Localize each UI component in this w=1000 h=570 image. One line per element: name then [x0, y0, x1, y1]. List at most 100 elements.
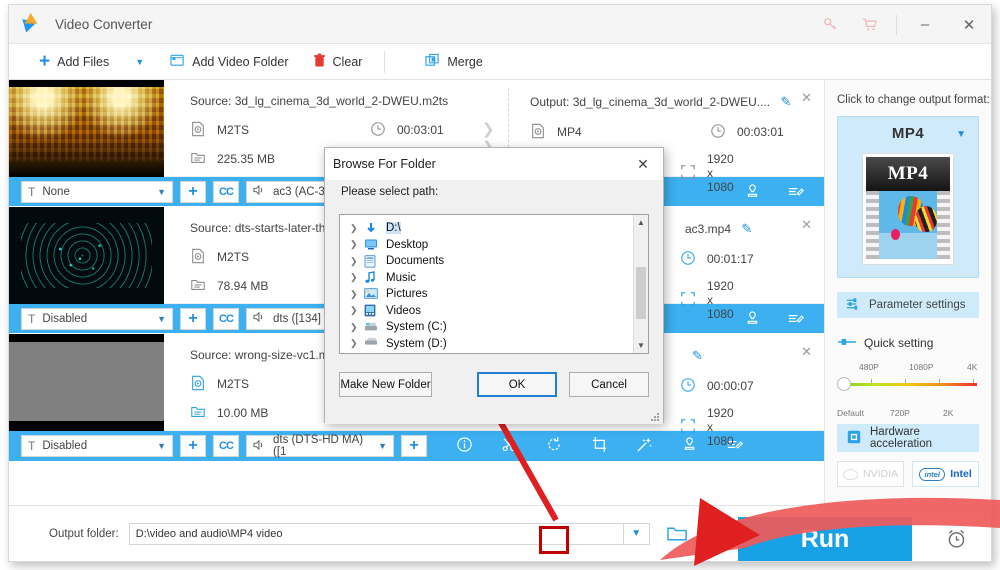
chevron-right-icon[interactable]: ❯ [350, 289, 364, 300]
remove-row-button[interactable]: ✕ [801, 217, 812, 233]
closed-caption-button[interactable]: CC [213, 435, 239, 457]
clear-button[interactable]: Clear [301, 44, 375, 80]
video-thumbnail[interactable] [9, 80, 164, 177]
source-size-value: 225.35 MB [217, 152, 276, 166]
chevron-right-icon[interactable]: ❯ [350, 223, 364, 234]
closed-caption-button[interactable]: CC [213, 180, 239, 203]
source-size-value: 10.00 MB [217, 406, 269, 420]
video-thumbnail[interactable] [9, 334, 164, 431]
scroll-up-icon[interactable]: ▲ [634, 215, 648, 230]
tree-item-libraries[interactable]: ❯ Libraries [340, 352, 648, 353]
resize-grip[interactable] [650, 412, 660, 422]
chevron-down-icon: ▼ [378, 441, 387, 451]
key-icon[interactable] [810, 5, 850, 44]
scrollbar-thumb[interactable] [636, 267, 646, 319]
dialog-close-button[interactable]: ✕ [623, 148, 663, 180]
scheduler-alarm-icon[interactable] [946, 528, 967, 552]
edit-pencil-icon[interactable]: ✎ [692, 348, 703, 363]
file-format-icon [190, 248, 208, 266]
add-audio-button[interactable]: + [401, 435, 427, 457]
tree-item-music[interactable]: ❯ Music [340, 270, 648, 287]
close-button[interactable]: ✕ [947, 5, 991, 44]
audio-select[interactable]: dts (DTS-HD MA) ([1 ▼ [246, 434, 394, 458]
tree-item-system-d[interactable]: ❯ System (D:) [340, 336, 648, 353]
slider-knob[interactable] [837, 377, 851, 391]
title-bar: Video Converter – ✕ [9, 5, 991, 44]
chevron-right-icon[interactable]: ❯ [350, 272, 364, 283]
tree-item-d-drive[interactable]: ❯ D:\ [340, 220, 648, 237]
gpu-intel-option[interactable]: intel Intel [912, 461, 979, 487]
source-duration: 00:03:01 [370, 121, 444, 139]
subtitle-select[interactable]: T Disabled ▼ [21, 435, 173, 457]
scroll-down-icon[interactable]: ▼ [634, 338, 648, 353]
add-subtitle-button[interactable]: + [180, 435, 206, 457]
parameter-settings-label: Parameter settings [869, 299, 966, 311]
subtitle-select[interactable]: T None ▼ [21, 180, 173, 203]
tree-item-system-c[interactable]: ❯ System (C:) [340, 319, 648, 336]
hardware-acceleration-button[interactable]: Hardware acceleration [837, 424, 979, 452]
remove-row-button[interactable]: ✕ [801, 344, 812, 360]
chevron-right-icon[interactable]: ❯ [350, 322, 364, 333]
output-folder-dropdown-button[interactable]: ▼ [623, 522, 650, 545]
chevron-down-icon: ▼ [157, 441, 166, 451]
add-subtitle-button[interactable]: + [180, 180, 206, 203]
browse-for-folder-dialog[interactable]: Browse For Folder ✕ Please select path: … [324, 147, 664, 424]
chevron-right-icon[interactable]: ❯ [350, 256, 364, 267]
tree-item-label: D:\ [386, 222, 401, 235]
add-files-button[interactable]: + Add Files [27, 44, 121, 80]
speaker-icon [253, 311, 266, 326]
add-video-folder-button[interactable]: Add Video Folder [158, 44, 300, 80]
minimize-button[interactable]: – [903, 5, 947, 44]
dialog-body: Please select path: ❯ D:\ ❯ Desktop ❯ Do… [325, 180, 663, 424]
open-folder-icon[interactable] [658, 525, 698, 543]
drive-c-icon [364, 321, 380, 334]
parameter-settings-button[interactable]: Parameter settings [837, 292, 979, 318]
cancel-button[interactable]: Cancel [569, 372, 649, 397]
dialog-buttons: Make New Folder OK Cancel [339, 372, 649, 397]
quality-slider[interactable]: 480P 1080P 4K Default 720P 2K [837, 362, 979, 418]
tree-item-label: Pictures [386, 288, 428, 301]
make-new-folder-button[interactable]: Make New Folder [339, 372, 432, 397]
slider-tick-480p: 480P [859, 362, 879, 372]
folder-add-icon [170, 53, 185, 70]
tree-item-pictures[interactable]: ❯ Pictures [340, 286, 648, 303]
tree-scrollbar[interactable]: ▲ ▼ [633, 215, 648, 353]
clock-icon [710, 123, 728, 141]
folder-tree[interactable]: ❯ D:\ ❯ Desktop ❯ Documents ❯ Music ❯ Pi… [339, 214, 649, 354]
chevron-right-icon[interactable]: ❯ [350, 239, 364, 250]
gpu-nvidia-option[interactable]: NVIDIA [837, 461, 904, 487]
output-format-card[interactable]: MP4 ▼ MP4 [837, 116, 979, 278]
edit-pencil-icon[interactable]: ✎ [780, 94, 791, 109]
speaker-icon [253, 184, 266, 199]
output-resolution-value: 1920 x 1080 [707, 152, 734, 194]
chevron-right-icon[interactable]: ❯ [350, 305, 364, 316]
clock-icon [370, 121, 388, 139]
cart-icon[interactable] [850, 5, 890, 44]
closed-caption-button[interactable]: CC [213, 307, 239, 330]
add-files-dropdown[interactable]: ▼ [121, 44, 158, 80]
tree-item-videos[interactable]: ❯ Videos [340, 303, 648, 320]
slider-track[interactable] [841, 383, 977, 386]
audio-value: dts (DTS-HD MA) ([1 [273, 434, 364, 458]
edit-pencil-icon[interactable]: ✎ [741, 221, 752, 236]
remove-row-button[interactable]: ✕ [801, 90, 812, 106]
plus-icon: + [39, 51, 51, 72]
source-size-value: 78.94 MB [217, 279, 269, 293]
tree-item-label: Desktop [386, 238, 429, 251]
chevron-right-icon[interactable]: ❯ [350, 338, 364, 349]
info-icon[interactable] [456, 436, 473, 456]
change-format-label: Click to change output format: [837, 94, 990, 106]
ok-button[interactable]: OK [477, 372, 557, 397]
videos-icon [364, 304, 380, 317]
video-thumbnail[interactable] [9, 207, 164, 304]
tree-item-desktop[interactable]: ❯ Desktop [340, 237, 648, 254]
tree-item-documents[interactable]: ❯ Documents [340, 253, 648, 270]
merge-button[interactable]: Merge [413, 44, 494, 80]
subtitle-select[interactable]: T Disabled ▼ [21, 307, 173, 330]
chevron-down-icon[interactable]: ▼ [956, 129, 966, 140]
source-format-value: M2TS [217, 377, 250, 391]
run-button[interactable]: Run [738, 517, 912, 561]
output-format-value: MP4 [557, 125, 582, 139]
cut-icon[interactable] [501, 436, 518, 456]
add-subtitle-button[interactable]: + [180, 307, 206, 330]
